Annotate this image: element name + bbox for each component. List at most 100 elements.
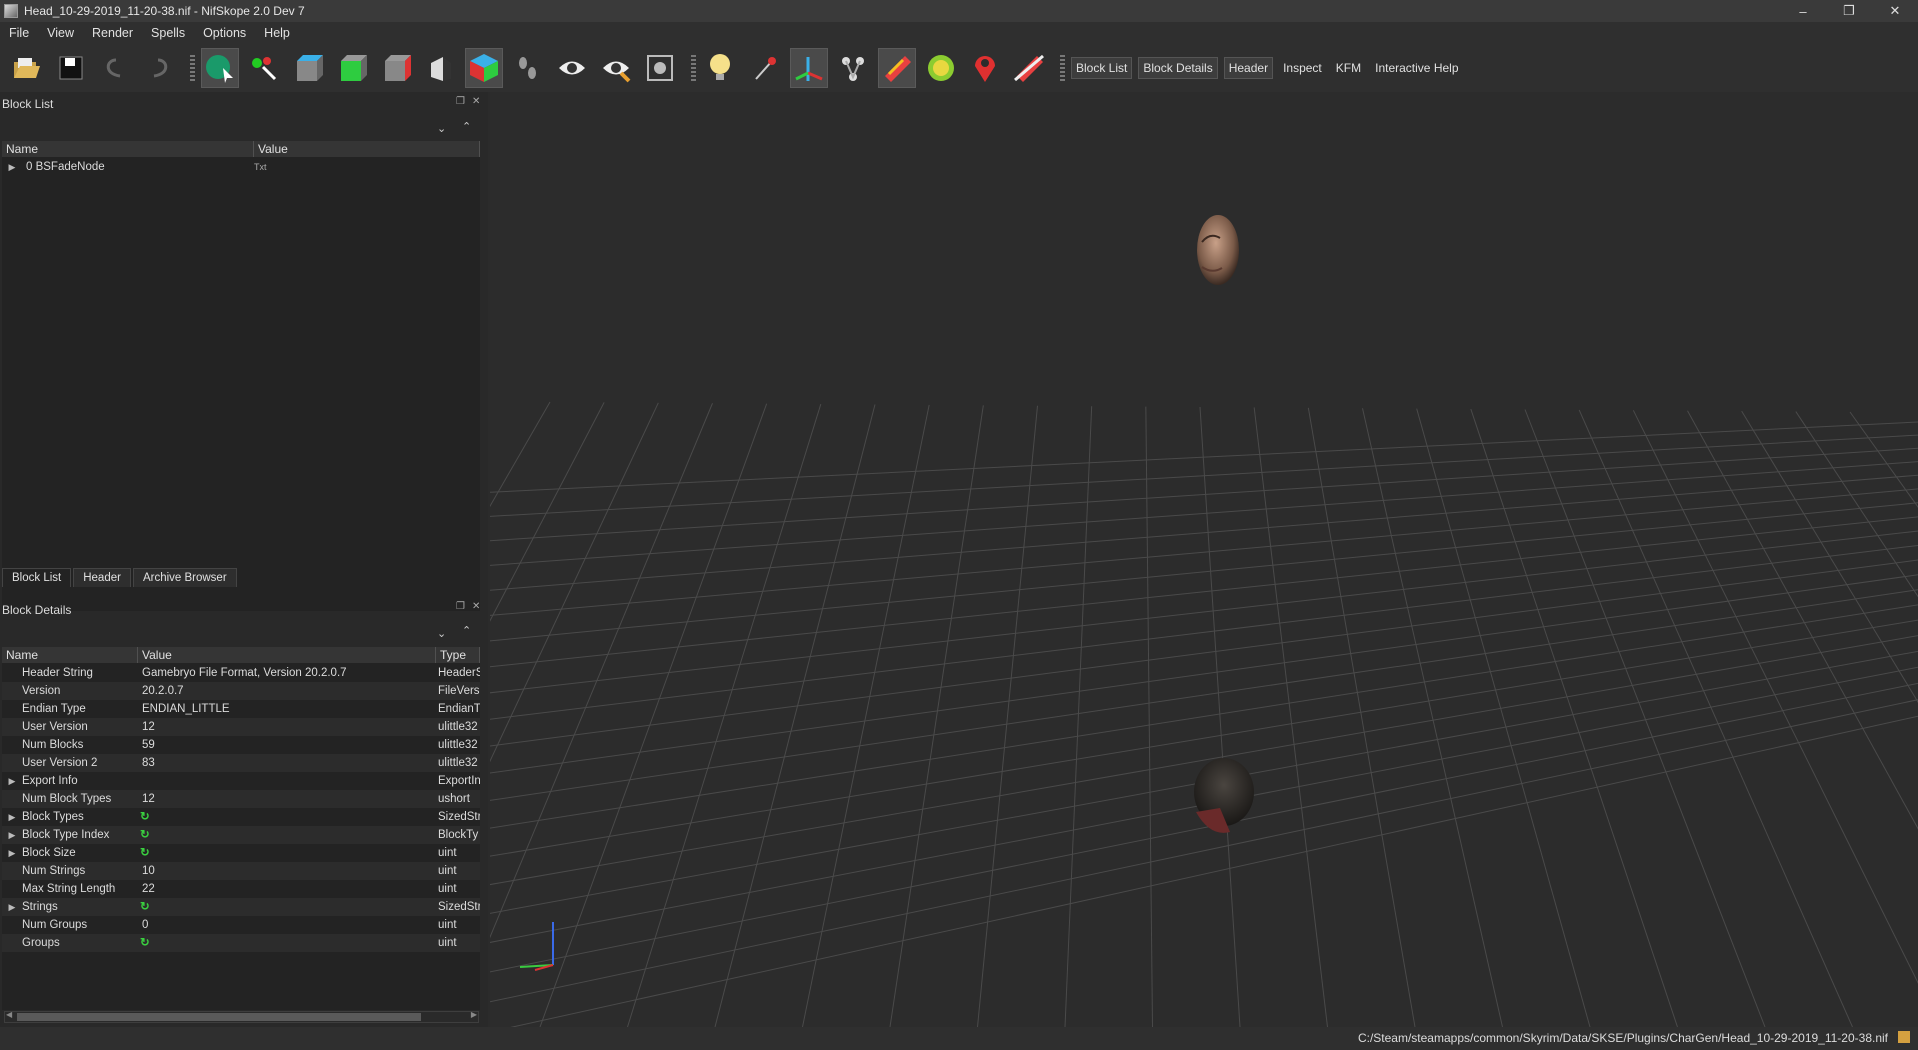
details-row[interactable]: ▶ Strings ↻ SizedStri — [2, 898, 480, 916]
field-value[interactable]: Gamebryo File Format, Version 20.2.0.7 — [140, 664, 438, 682]
close-details-icon[interactable]: ✕ — [472, 601, 480, 612]
block-list-tree[interactable]: Name Value ▶ 0 BSFadeNode Txt — [2, 141, 480, 611]
view-perspective-icon[interactable] — [465, 47, 503, 88]
maximize-button[interactable]: ❐ — [1826, 0, 1872, 22]
details-column-name[interactable]: Name — [2, 647, 138, 663]
field-value[interactable]: 20.2.0.7 — [140, 682, 438, 700]
field-value[interactable]: 59 — [140, 736, 438, 754]
field-value[interactable]: ENDIAN_LITTLE — [140, 700, 438, 718]
show-nodes-icon[interactable] — [597, 48, 635, 88]
details-row[interactable]: ▶ Block Type Index ↻ BlockTy — [2, 826, 480, 844]
toggle-block-list-button[interactable]: Block List — [1071, 56, 1133, 79]
toolbar-grip[interactable] — [190, 54, 195, 81]
toolbar-grip-2[interactable] — [691, 54, 696, 81]
expand-arrow-icon[interactable]: ▶ — [2, 898, 22, 916]
expand-arrow-icon[interactable]: ▶ — [2, 158, 22, 176]
field-value[interactable]: 12 — [140, 718, 438, 736]
tab-archive-browser[interactable]: Archive Browser — [132, 568, 237, 587]
tab-header[interactable]: Header — [73, 568, 131, 587]
expand-all-icon[interactable]: ⌄ — [437, 122, 446, 135]
interactive-help-button[interactable]: Interactive Help — [1371, 58, 1462, 78]
menu-spells[interactable]: Spells — [142, 26, 194, 40]
column-value-header[interactable]: Value — [254, 141, 480, 157]
view-side-icon[interactable] — [377, 48, 415, 88]
redo-icon[interactable] — [140, 48, 178, 88]
view-top-icon[interactable] — [289, 48, 327, 88]
open-file-icon[interactable] — [8, 48, 46, 88]
block-details-tree[interactable]: Name Value Type Header String Gamebryo Fi… — [2, 647, 480, 1010]
show-hidden-icon[interactable] — [553, 48, 591, 88]
show-axes-icon[interactable] — [746, 48, 784, 88]
save-file-icon[interactable] — [52, 48, 90, 88]
details-row[interactable]: Max String Length 22 uint — [2, 880, 480, 898]
tab-block-list[interactable]: Block List — [2, 568, 72, 587]
menu-view[interactable]: View — [38, 26, 83, 40]
column-name-header[interactable]: Name — [2, 141, 254, 157]
details-collapse-all-icon[interactable]: ⌃ — [462, 624, 471, 637]
refresh-array-icon[interactable]: ↻ — [140, 898, 150, 916]
details-row[interactable]: ▶ Export Info ExportIn — [2, 772, 480, 790]
refresh-array-icon[interactable]: ↻ — [140, 808, 150, 826]
render-viewport[interactable] — [490, 92, 1918, 1027]
undo-icon[interactable] — [96, 48, 134, 88]
menu-help[interactable]: Help — [255, 26, 299, 40]
kfm-button[interactable]: KFM — [1332, 58, 1365, 78]
details-row[interactable]: Endian Type ENDIAN_LITTLE EndianT — [2, 700, 480, 718]
expand-arrow-icon[interactable]: ▶ — [2, 844, 22, 862]
refresh-array-icon[interactable]: ↻ — [140, 934, 150, 952]
screenshot-icon[interactable] — [641, 48, 679, 88]
refresh-array-icon[interactable]: ↻ — [140, 844, 150, 862]
float-dock-icon[interactable]: ❐ — [456, 96, 465, 107]
inspect-button[interactable]: Inspect — [1279, 58, 1326, 78]
select-object-icon[interactable] — [201, 47, 239, 88]
details-row[interactable]: Num Strings 10 uint — [2, 862, 480, 880]
field-value[interactable]: 0 — [140, 916, 438, 934]
expand-arrow-icon[interactable]: ▶ — [2, 826, 22, 844]
details-column-value[interactable]: Value — [138, 647, 436, 663]
toggle-header-button[interactable]: Header — [1223, 56, 1274, 79]
details-row[interactable]: Header String Gamebryo File Format, Versi… — [2, 664, 480, 682]
menu-options[interactable]: Options — [194, 26, 255, 40]
details-row[interactable]: Num Groups 0 uint — [2, 916, 480, 934]
field-value[interactable]: 83 — [140, 754, 438, 772]
details-row[interactable]: Num Blocks 59 ulittle32 — [2, 736, 480, 754]
details-row[interactable]: ▶ Block Types ↻ SizedStri — [2, 808, 480, 826]
expand-arrow-icon[interactable]: ▶ — [2, 772, 22, 790]
show-grid-axes-icon[interactable] — [790, 47, 828, 88]
menu-file[interactable]: File — [0, 26, 38, 40]
scrollbar-thumb[interactable] — [17, 1013, 421, 1021]
refresh-array-icon[interactable]: ↻ — [140, 826, 150, 844]
field-value[interactable]: 10 — [140, 862, 438, 880]
collapse-all-icon[interactable]: ⌃ — [462, 120, 471, 133]
view-front-icon[interactable] — [333, 48, 371, 88]
details-expand-all-icon[interactable]: ⌄ — [437, 627, 446, 640]
menu-render[interactable]: Render — [83, 26, 142, 40]
view-user-icon[interactable] — [421, 48, 459, 88]
show-markers-icon[interactable] — [966, 48, 1004, 88]
show-collision-icon[interactable] — [878, 47, 916, 88]
float-details-icon[interactable]: ❐ — [456, 601, 465, 612]
expand-arrow-icon[interactable]: ▶ — [2, 808, 22, 826]
details-row[interactable]: Num Block Types 12 ushort — [2, 790, 480, 808]
disable-shading-icon[interactable] — [1010, 48, 1048, 88]
details-row[interactable]: ▶ Block Size ↻ uint — [2, 844, 480, 862]
details-row[interactable]: Groups ↻ uint — [2, 934, 480, 952]
walk-mode-icon[interactable] — [509, 48, 547, 88]
details-row[interactable]: User Version 2 83 ulittle32 — [2, 754, 480, 772]
show-constraints-icon[interactable] — [922, 48, 960, 88]
close-dock-icon[interactable]: ✕ — [472, 96, 480, 107]
toolbar-grip-3[interactable] — [1060, 54, 1065, 81]
show-skeleton-icon[interactable] — [834, 48, 872, 88]
select-vertex-icon[interactable] — [245, 48, 283, 88]
tree-row[interactable]: ▶ 0 BSFadeNode Txt — [2, 158, 480, 176]
horizontal-scrollbar[interactable]: ◀ ▶ — [4, 1010, 479, 1023]
close-button[interactable]: ✕ — [1872, 0, 1918, 22]
toggle-block-details-button[interactable]: Block Details — [1138, 56, 1218, 79]
details-row[interactable]: Version 20.2.0.7 FileVersi — [2, 682, 480, 700]
field-value[interactable] — [140, 772, 438, 790]
field-value[interactable]: 22 — [140, 880, 438, 898]
minimize-button[interactable]: – — [1780, 0, 1826, 22]
details-column-type[interactable]: Type — [436, 647, 480, 663]
scroll-left-icon[interactable]: ◀ — [6, 1010, 12, 1019]
field-value[interactable]: 12 — [140, 790, 438, 808]
